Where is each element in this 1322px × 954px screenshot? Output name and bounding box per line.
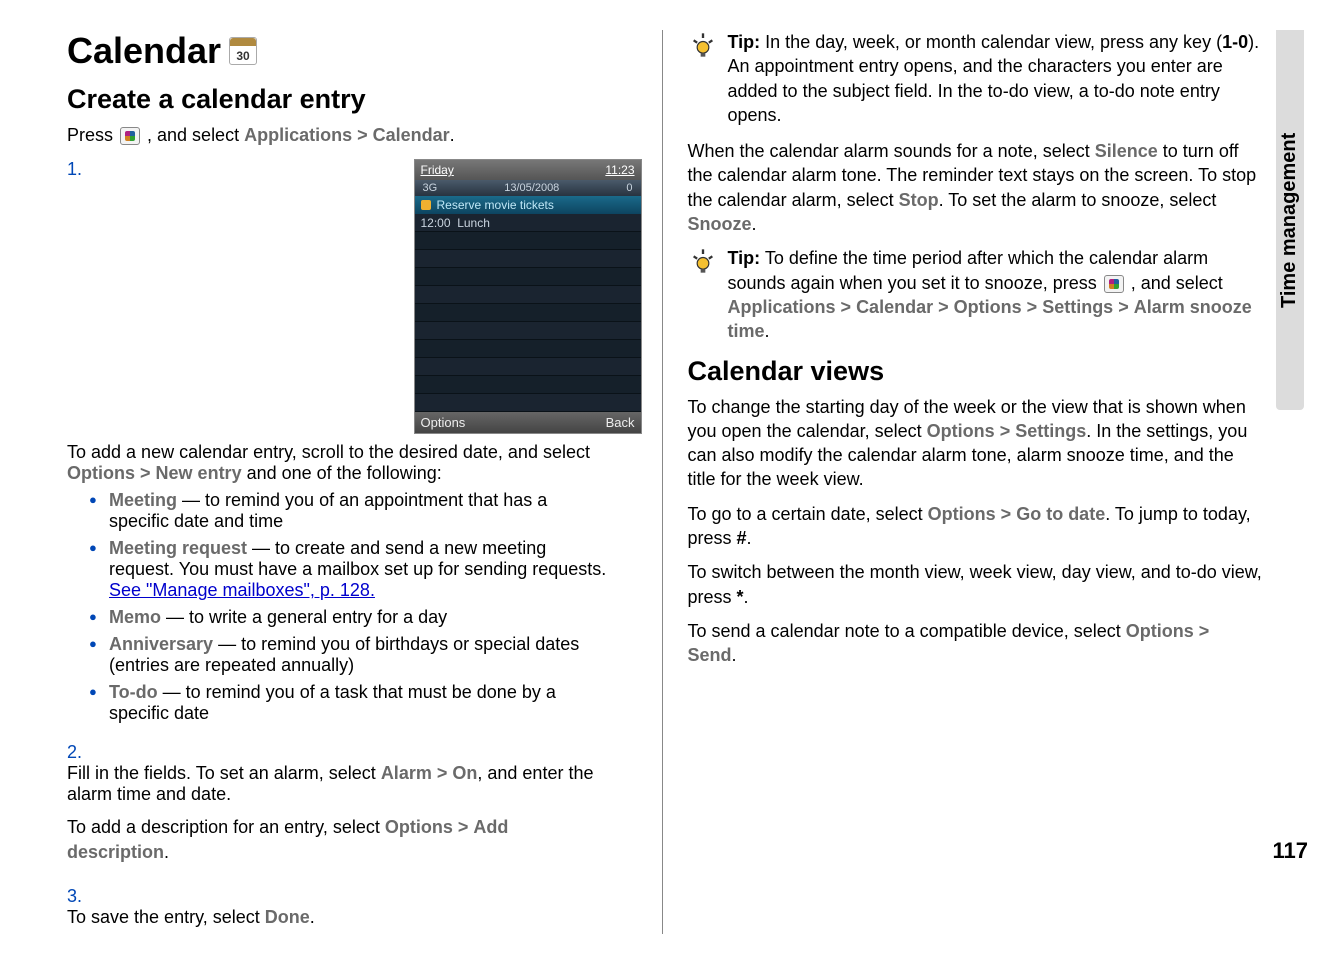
screenshot-softkey-options: Options [421, 415, 466, 430]
kw-settings: Settings [1042, 297, 1113, 317]
kw-options: Options [928, 504, 996, 524]
heading-calendar: Calendar 30 [67, 30, 642, 72]
kw-stop: Stop [899, 190, 939, 210]
phone-screenshot: Friday 11:23 3G 13/05/2008 0 Reserve mov… [414, 159, 642, 434]
tip-icon [688, 30, 718, 60]
kw-calendar: Calendar [373, 125, 450, 145]
kw-options: Options [1126, 621, 1194, 641]
bullet-meeting-request: Meeting request — to create and send a n… [89, 538, 612, 601]
screenshot-3g: 3G [423, 182, 438, 194]
para-change-start-day: To change the starting day of the week o… [688, 395, 1263, 492]
kw-options: Options [67, 463, 135, 483]
bullet-anniversary: Anniversary — to remind you of birthdays… [89, 634, 612, 676]
heading-calendar-views: Calendar views [688, 356, 1263, 387]
tip-icon [688, 246, 718, 276]
kw-options: Options [927, 421, 995, 441]
step-number: 2. [67, 742, 95, 763]
kw-snooze: Snooze [688, 214, 752, 234]
star-key: * [737, 587, 744, 607]
kw-send: Send [688, 645, 732, 665]
kw-options: Options [385, 817, 453, 837]
press-instruction: Press , and select Applications > Calend… [67, 123, 642, 147]
calendar-icon: 30 [229, 37, 257, 65]
step-1: Friday 11:23 3G 13/05/2008 0 Reserve mov… [67, 159, 642, 730]
bullet-todo: To-do — to remind you of a task that mus… [89, 682, 612, 724]
kw-done: Done [265, 907, 310, 927]
right-column: Tip: In the day, week, or month calendar… [663, 30, 1273, 934]
screenshot-signal: 0 [626, 182, 632, 194]
menu-key-icon [120, 127, 140, 145]
hash-key: # [737, 528, 747, 548]
kw-applications: Applications [728, 297, 836, 317]
screenshot-highlighted-entry: Reserve movie tickets [415, 196, 641, 214]
kw-applications: Applications [244, 125, 352, 145]
step-2: 2. Fill in the fields. To set an alarm, … [67, 742, 642, 874]
para-send-note: To send a calendar note to a compatible … [688, 619, 1263, 668]
step-3: 3. To save the entry, select Done. [67, 886, 642, 928]
tip-label: Tip: [728, 248, 761, 268]
screenshot-softkey-back: Back [606, 415, 635, 430]
para-alarm-behavior: When the calendar alarm sounds for a not… [688, 139, 1263, 236]
kw-alarm: Alarm [381, 763, 432, 783]
kw-new-entry: New entry [156, 463, 242, 483]
tip-block-2: Tip: To define the time period after whi… [688, 246, 1263, 343]
kw-settings: Settings [1015, 421, 1086, 441]
kw-calendar: Calendar [856, 297, 933, 317]
left-column: Calendar 30 Create a calendar entry Pres… [55, 30, 663, 934]
para-switch-view: To switch between the month view, week v… [688, 560, 1263, 609]
screenshot-date: 13/05/2008 [504, 182, 559, 194]
bullet-memo: Memo — to write a general entry for a da… [89, 607, 612, 628]
step-number: 1. [67, 159, 95, 180]
kw-options: Options [954, 297, 1022, 317]
tip-block-1: Tip: In the day, week, or month calendar… [688, 30, 1263, 127]
screenshot-row: 12:00 Lunch [415, 214, 641, 232]
side-tab: Time management [1276, 30, 1304, 410]
step-number: 3. [67, 886, 95, 907]
entry-icon [421, 200, 431, 210]
para-go-to-date: To go to a certain date, select Options … [688, 502, 1263, 551]
tip-label: Tip: [728, 32, 761, 52]
bullet-meeting: Meeting — to remind you of an appointmen… [89, 490, 612, 532]
screenshot-day: Friday [421, 163, 454, 177]
link-manage-mailboxes[interactable]: See "Manage mailboxes", p. 128. [109, 580, 375, 600]
kw-go-to-date: Go to date [1016, 504, 1105, 524]
kw-on: On [452, 763, 477, 783]
h1-text: Calendar [67, 30, 221, 72]
menu-key-icon [1104, 275, 1124, 293]
screenshot-time: 11:23 [605, 163, 634, 177]
heading-create-entry: Create a calendar entry [67, 84, 642, 115]
kw-silence: Silence [1095, 141, 1158, 161]
page-number: 117 [1273, 838, 1309, 864]
